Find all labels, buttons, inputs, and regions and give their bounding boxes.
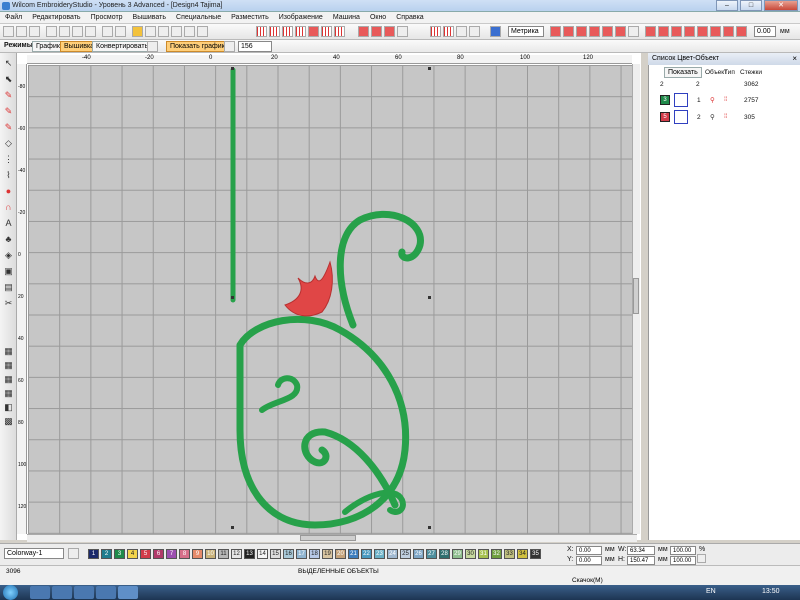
windows-taskbar: EN 13:50 — [0, 585, 800, 600]
y-label: Y: — [567, 556, 574, 563]
h-label: H: — [618, 556, 625, 563]
inner-curl-stitch — [259, 375, 301, 413]
lock-ratio-icon[interactable] — [697, 554, 706, 563]
selection-handle — [428, 296, 431, 299]
colorway-swatch[interactable]: 21 — [348, 549, 359, 559]
colorway-swatch[interactable]: 14 — [257, 549, 268, 559]
colorway-swatch[interactable]: 32 — [491, 549, 502, 559]
taskbar-ie-icon[interactable] — [30, 586, 50, 599]
panel-header: Список Цвет-Объект × — [648, 53, 800, 65]
object-type-icon: ⚲ — [710, 114, 715, 121]
colorway-swatch[interactable]: 7 — [166, 549, 177, 559]
height-field[interactable]: 150.47 — [627, 556, 655, 565]
taskbar-app-icon[interactable] — [96, 586, 116, 599]
taskbar-wilcom-icon[interactable] — [118, 586, 138, 599]
colorway-edit-icon[interactable] — [68, 548, 79, 559]
input-mode-status: Скачок(M) — [572, 577, 603, 584]
panel-title: Список Цвет-Объект — [652, 55, 720, 62]
language-indicator[interactable]: EN — [706, 588, 716, 595]
color-object-panel — [648, 53, 800, 540]
y-unit: мм — [605, 556, 615, 563]
width-percent-field[interactable]: 100.00 — [670, 546, 696, 555]
group-count: 2 — [660, 81, 664, 88]
colorway-swatch[interactable]: 17 — [296, 549, 307, 559]
w-label: W: — [618, 546, 627, 553]
status-bar: 3096 ВЫДЕЛЕННЫЕ ОБЪЕКТЫ Скачок(M) — [0, 565, 800, 585]
start-button[interactable] — [3, 585, 18, 600]
x-unit: мм — [605, 546, 615, 553]
colorway-swatch[interactable]: 29 — [452, 549, 463, 559]
system-clock[interactable]: 13:50 — [762, 588, 780, 595]
object-index: 1 — [697, 97, 701, 104]
stitch-type-icon: ⁞⁞ — [724, 113, 728, 120]
colorway-swatch[interactable]: 19 — [322, 549, 333, 559]
object-count: 2 — [696, 81, 700, 88]
y-field[interactable]: 0.00 — [576, 556, 602, 565]
colorway-swatch[interactable]: 8 — [179, 549, 190, 559]
colorway-swatch[interactable]: 30 — [465, 549, 476, 559]
col-type: Тип — [724, 69, 735, 76]
selection-handle — [231, 296, 234, 299]
stitch-type-icon: ⁞⁞ — [724, 96, 728, 103]
selection-handle — [428, 526, 431, 529]
colorway-swatch[interactable]: 20 — [335, 549, 346, 559]
selection-handle — [231, 67, 234, 70]
selection-status: ВЫДЕЛЕННЫЕ ОБЪЕКТЫ — [298, 568, 379, 575]
colorway-swatch[interactable]: 1 — [88, 549, 99, 559]
taskbar-explorer-icon[interactable] — [52, 586, 72, 599]
object-stitches: 305 — [744, 114, 755, 121]
colorway-swatch[interactable]: 35 — [530, 549, 541, 559]
colorway-swatch[interactable]: 27 — [426, 549, 437, 559]
colorway-swatch[interactable]: 16 — [283, 549, 294, 559]
h-unit: мм — [658, 556, 668, 563]
red-flower-stitch — [284, 260, 333, 317]
colorway-swatch[interactable]: 22 — [361, 549, 372, 559]
colorway-swatch[interactable]: 3 — [114, 549, 125, 559]
colorway-swatch[interactable]: 34 — [517, 549, 528, 559]
colorway-swatch[interactable]: 12 — [231, 549, 242, 559]
colorway-swatch[interactable]: 23 — [374, 549, 385, 559]
selection-handle — [231, 526, 234, 529]
x-field[interactable]: 0.00 — [576, 546, 602, 555]
percent-unit: % — [699, 546, 706, 553]
object-stitches: 2757 — [744, 97, 759, 104]
colorway-swatch[interactable]: 33 — [504, 549, 515, 559]
colorway-swatch[interactable]: 6 — [153, 549, 164, 559]
height-percent-field[interactable]: 100.00 — [670, 556, 696, 565]
object-thumbnail[interactable] — [674, 93, 688, 107]
color-swatch[interactable]: 3 — [660, 95, 670, 105]
horizontal-scroll-thumb[interactable] — [300, 535, 356, 541]
colorway-swatch[interactable]: 28 — [439, 549, 450, 559]
colorway-swatch[interactable]: 25 — [400, 549, 411, 559]
colorway-swatch[interactable]: 2 — [101, 549, 112, 559]
colorway-swatch[interactable]: 31 — [478, 549, 489, 559]
x-label: X: — [567, 546, 574, 553]
object-thumbnail[interactable] — [674, 110, 688, 124]
colorway-swatch[interactable]: 13 — [244, 549, 255, 559]
top-curl-stitch — [336, 210, 424, 329]
col-stitches: Стежки — [740, 69, 762, 76]
show-button[interactable]: Показать — [664, 67, 702, 78]
colorway-swatch[interactable]: 4 — [127, 549, 138, 559]
colorway-swatch[interactable]: 24 — [387, 549, 398, 559]
stitch-count: 3096 — [6, 568, 21, 575]
colorway-swatch[interactable]: 26 — [413, 549, 424, 559]
colorway-swatch[interactable]: 10 — [205, 549, 216, 559]
vertical-scroll-thumb[interactable] — [633, 278, 639, 314]
w-unit: мм — [658, 546, 668, 553]
object-type-icon: ⚲ — [710, 97, 715, 104]
width-field[interactable]: 63.34 — [627, 546, 655, 555]
colorway-swatch[interactable]: 15 — [270, 549, 281, 559]
colorway-swatch[interactable]: 9 — [192, 549, 203, 559]
color-swatch[interactable]: 5 — [660, 112, 670, 122]
total-stitches: 3062 — [744, 81, 759, 88]
colorway-swatch[interactable]: 11 — [218, 549, 229, 559]
colorway-select[interactable]: Colorway-1 — [4, 548, 64, 559]
panel-close-icon[interactable]: × — [792, 53, 797, 65]
taskbar-media-icon[interactable] — [74, 586, 94, 599]
selection-handle — [428, 67, 431, 70]
colorway-swatch[interactable]: 5 — [140, 549, 151, 559]
colorway-swatch[interactable]: 18 — [309, 549, 320, 559]
object-index: 2 — [697, 114, 701, 121]
